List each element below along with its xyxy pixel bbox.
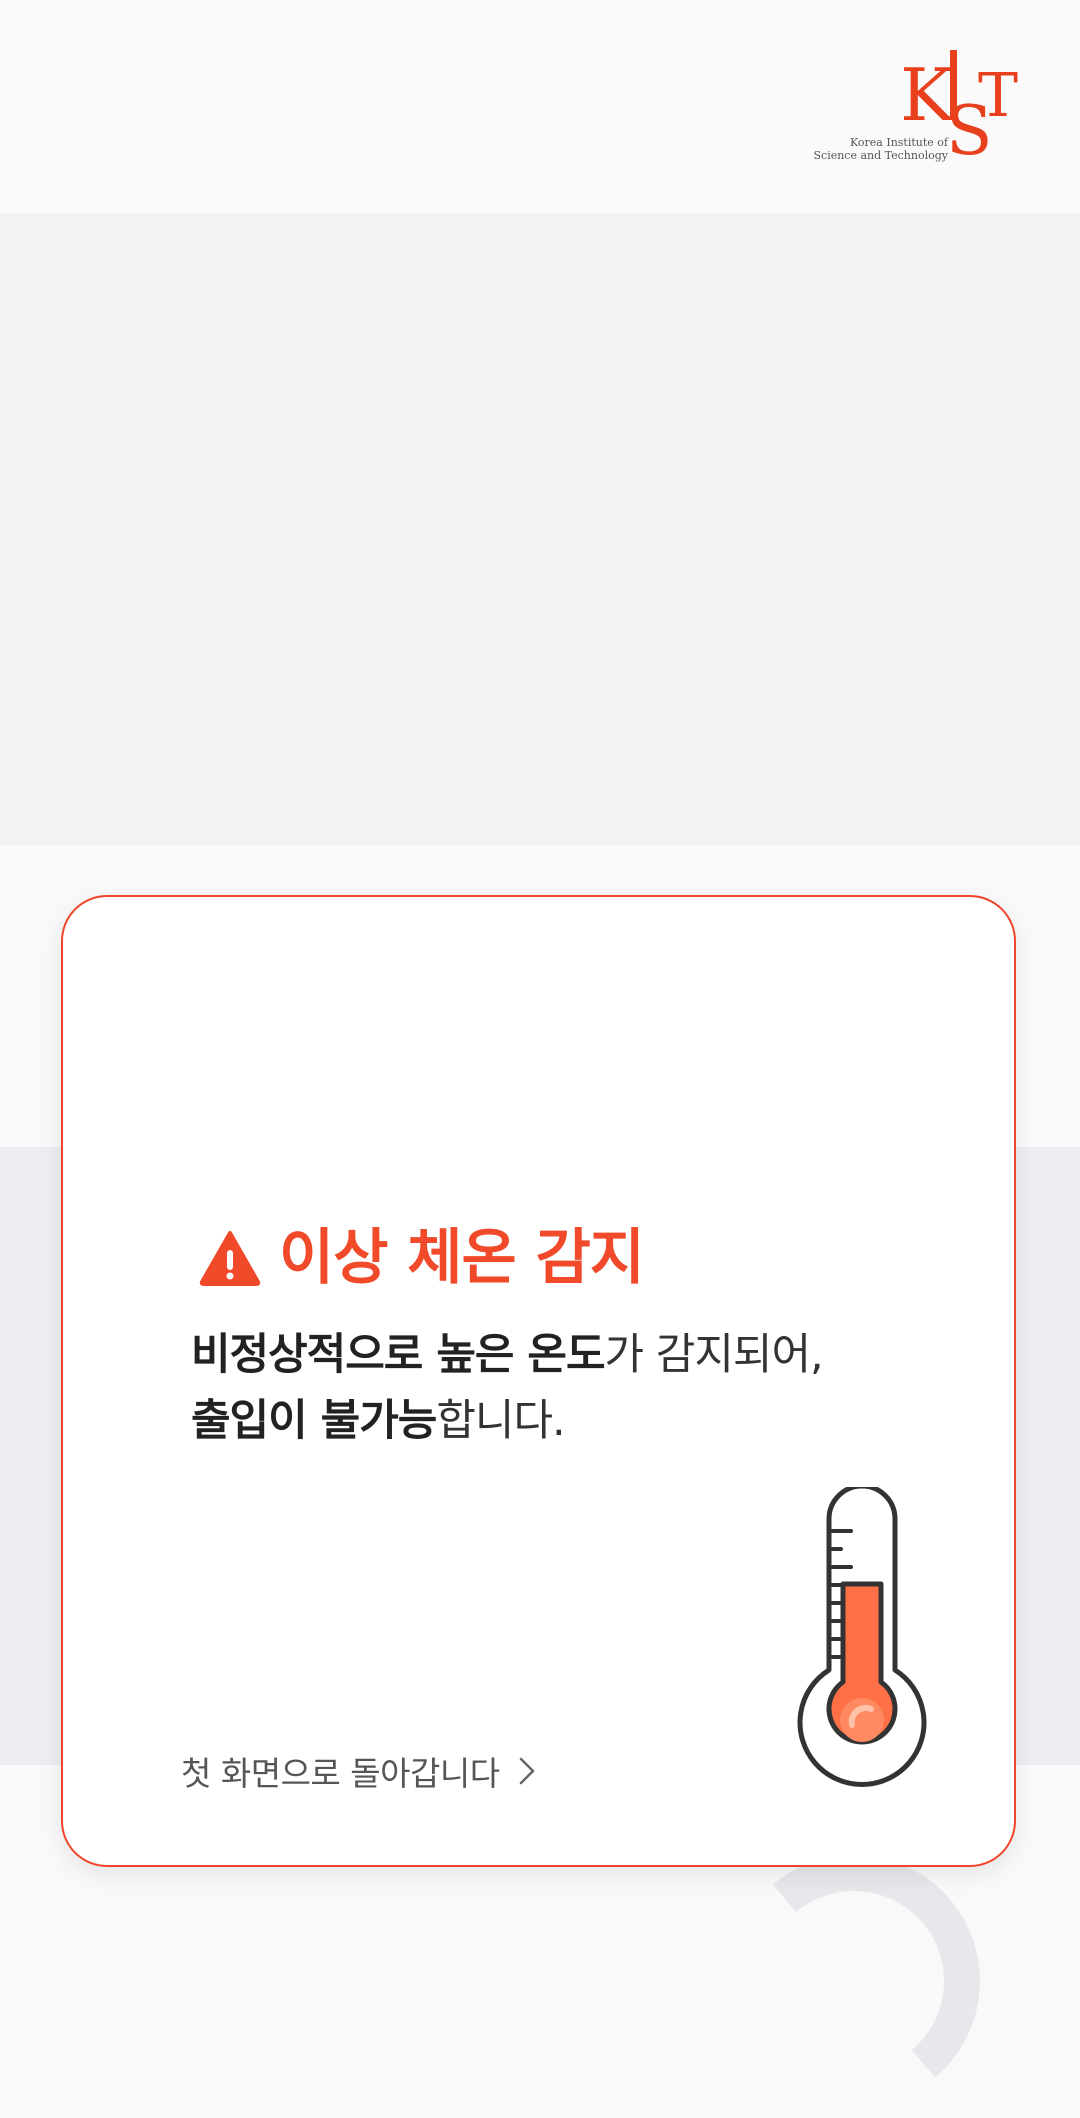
alert-message-line2-bold: 출입이 불가능 bbox=[191, 1396, 437, 1446]
logo-subtitle: Korea Institute of Science and Technolog… bbox=[814, 136, 949, 162]
chevron-right-icon bbox=[519, 1757, 534, 1785]
alert-message-line2: 출입이 불가능합니다. bbox=[191, 1388, 823, 1454]
svg-text:T: T bbox=[978, 61, 1018, 131]
alert-message-line1-bold: 비정상적으로 높은 온도 bbox=[191, 1330, 606, 1380]
alert-message: 비정상적으로 높은 온도가 감지되어, 출입이 불가능합니다. bbox=[191, 1322, 824, 1454]
camera-preview-area bbox=[0, 213, 1080, 845]
warning-triangle-icon bbox=[199, 1231, 261, 1286]
logo-subtitle-line1: Korea Institute of bbox=[849, 136, 948, 149]
kist-logo: K S T Korea Institute of Science and Tec… bbox=[800, 50, 1020, 165]
alert-message-line2-regular: 합니다. bbox=[436, 1396, 565, 1446]
alert-title-row: 이상 체온 감지 bbox=[199, 1222, 645, 1294]
alert-message-line1: 비정상적으로 높은 온도가 감지되어, bbox=[191, 1322, 824, 1388]
alert-card: 이상 체온 감지 비정상적으로 높은 온도가 감지되어, 출입이 불가능합니다.… bbox=[61, 895, 1016, 1867]
header: K S T Korea Institute of Science and Tec… bbox=[0, 0, 1080, 213]
thermometer-icon bbox=[797, 1487, 927, 1787]
alert-title: 이상 체온 감지 bbox=[279, 1223, 645, 1293]
alert-message-line1-regular: 가 감지되어, bbox=[604, 1330, 824, 1380]
logo-subtitle-line2: Science and Technology bbox=[813, 149, 949, 162]
back-to-home-label: 첫 화면으로 돌아갑니다 bbox=[181, 1754, 500, 1793]
back-to-home-link[interactable]: 첫 화면으로 돌아갑니다 bbox=[181, 1747, 536, 1795]
decorative-arc bbox=[717, 1844, 991, 2118]
